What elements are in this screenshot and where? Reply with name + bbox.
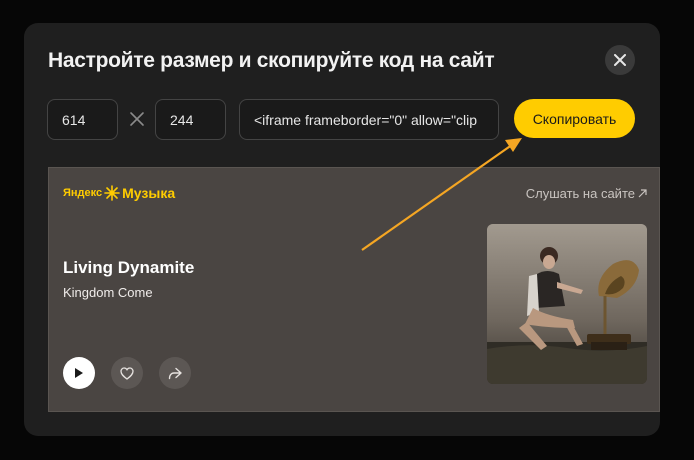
play-icon xyxy=(75,368,83,378)
embed-code-field[interactable]: <iframe frameborder="0" allow="clip xyxy=(239,99,499,140)
logo-name: Музыка xyxy=(122,185,176,201)
logo-prefix: Яндекс xyxy=(63,187,103,199)
close-button[interactable] xyxy=(605,45,635,75)
album-cover[interactable] xyxy=(487,224,647,384)
like-button[interactable] xyxy=(111,357,143,389)
track-title[interactable]: Living Dynamite xyxy=(63,258,194,278)
width-input[interactable]: 614 xyxy=(47,99,118,140)
play-button[interactable] xyxy=(63,357,95,389)
track-artist[interactable]: Kingdom Come xyxy=(63,285,153,300)
player-preview: Яндекс Музыка Слушать на сайте Living Dy… xyxy=(48,167,660,412)
listen-label: Слушать на сайте xyxy=(525,186,635,201)
modal-title: Настройте размер и скопируйте код на сай… xyxy=(48,49,495,72)
listen-on-site-link[interactable]: Слушать на сайте xyxy=(526,186,647,201)
yandex-music-logo[interactable]: Яндекс Музыка xyxy=(63,185,175,201)
share-icon xyxy=(168,367,182,379)
heart-icon xyxy=(120,366,134,380)
close-icon xyxy=(614,54,626,66)
times-icon xyxy=(130,112,144,126)
album-cover-art xyxy=(487,224,647,384)
embed-modal: Настройте размер и скопируйте код на сай… xyxy=(24,23,660,436)
share-button[interactable] xyxy=(159,357,191,389)
height-input[interactable]: 244 xyxy=(155,99,226,140)
sun-icon xyxy=(104,185,120,201)
copy-button[interactable]: Скопировать xyxy=(514,99,635,138)
external-link-icon xyxy=(638,189,647,198)
